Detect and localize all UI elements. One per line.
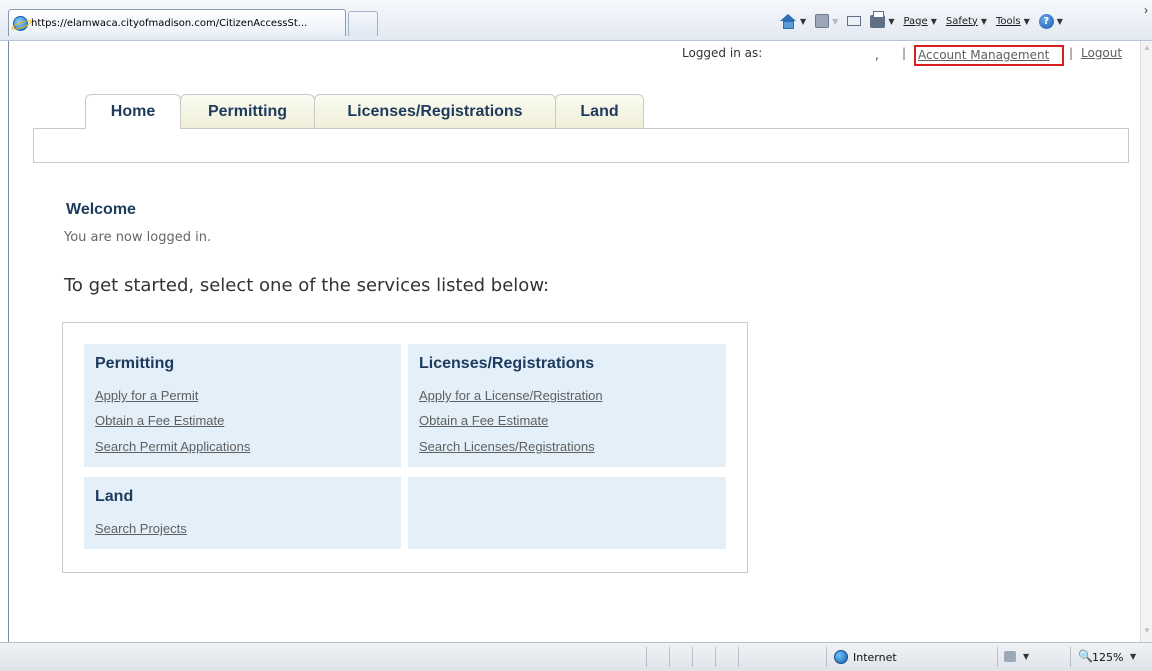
feeds-button[interactable]: ▼ [815, 14, 838, 28]
browser-tab[interactable]: https://elamwaca.cityofmadison.com/Citiz… [8, 9, 346, 36]
logged-in-label: Logged in as: [682, 46, 763, 60]
tab-permitting[interactable]: Permitting [180, 94, 315, 128]
new-tab-button[interactable] [348, 11, 378, 36]
mail-button[interactable] [847, 16, 862, 26]
help-button[interactable]: ? ▼ [1038, 13, 1063, 29]
service-licenses: Licenses/Registrations Apply for a Licen… [408, 344, 726, 467]
tab-licenses-registrations[interactable]: Licenses/Registrations [314, 94, 556, 128]
protected-mode-icon[interactable] [1004, 651, 1016, 662]
tab-home-label: Home [110, 103, 156, 120]
browser-toolbar: https://elamwaca.cityofmadison.com/Citiz… [0, 0, 1152, 41]
chevron-down-icon: ▼ [980, 16, 987, 26]
service-land: Land Search Projects [84, 477, 401, 549]
command-bar: ▼ ▼ ▼ Page ▼ Safety ▼ Tools ▼ ? ▼ [780, 10, 1072, 32]
status-divider [738, 647, 739, 667]
chevron-down-icon: ▼ [832, 16, 839, 26]
globe-icon [834, 650, 848, 664]
tools-menu-label: Tools [996, 15, 1021, 27]
tab-land-label: Land [580, 102, 619, 120]
help-icon: ? [1038, 13, 1054, 29]
chevron-right-icon[interactable]: › [1144, 3, 1148, 17]
search-licenses-link[interactable]: Search Licenses/Registrations [419, 439, 595, 454]
service-title: Land [95, 488, 134, 505]
mail-icon [847, 16, 862, 26]
search-projects-link[interactable]: Search Projects [95, 521, 187, 536]
chevron-down-icon: ▼ [1023, 16, 1030, 26]
services-panel: Permitting Apply for a Permit Obtain a F… [62, 322, 748, 573]
welcome-heading: Welcome [66, 201, 136, 218]
chevron-down-icon[interactable]: ▼ [1023, 652, 1029, 661]
separator: | [902, 46, 907, 60]
zoom-icon[interactable]: 🔍 [1078, 649, 1093, 663]
service-title: Permitting [95, 355, 175, 372]
chevron-down-icon: ▼ [930, 16, 937, 26]
account-management-link[interactable]: Account Management [914, 45, 1064, 66]
safety-menu[interactable]: Safety ▼ [946, 16, 987, 27]
chevron-down-icon: ▼ [888, 16, 895, 26]
instruction-text: To get started, select one of the servic… [64, 275, 550, 296]
print-icon [870, 10, 886, 28]
scroll-down-icon[interactable]: ▼ [1142, 626, 1152, 640]
status-divider [669, 647, 670, 667]
internet-explorer-icon [13, 15, 28, 31]
tab-land[interactable]: Land [555, 94, 644, 128]
status-divider [826, 647, 827, 667]
apply-permit-link[interactable]: Apply for a Permit [95, 388, 198, 403]
page-menu[interactable]: Page ▼ [903, 16, 936, 27]
page-menu-label: Page [903, 15, 928, 27]
apply-license-link[interactable]: Apply for a License/Registration [419, 388, 603, 403]
logged-in-message: You are now logged in. [64, 230, 212, 245]
security-zone: Internet [853, 651, 897, 664]
nav-subbar [33, 128, 1129, 163]
status-divider [646, 647, 647, 667]
scroll-up-icon[interactable]: ▲ [1142, 43, 1152, 57]
status-bar: Internet ▼ 🔍 125% ▼ [0, 642, 1152, 671]
service-title: Licenses/Registrations [419, 355, 595, 372]
chevron-down-icon[interactable]: ▼ [1130, 652, 1136, 661]
logout-link[interactable]: Logout [1081, 46, 1122, 60]
separator: | [1069, 46, 1074, 60]
zoom-level[interactable]: 125% [1092, 651, 1123, 664]
home-icon [780, 13, 797, 29]
print-button[interactable]: ▼ [870, 10, 895, 28]
vertical-scrollbar[interactable]: ▲ ▼ [1140, 41, 1152, 642]
username: , [875, 48, 879, 62]
tools-menu[interactable]: Tools ▼ [996, 16, 1030, 27]
chevron-down-icon: ▼ [800, 16, 807, 26]
service-permitting: Permitting Apply for a Permit Obtain a F… [84, 344, 401, 467]
tab-home[interactable]: Home [85, 94, 181, 129]
page-content: Logged in as: , | Account Management | L… [8, 41, 1140, 642]
fee-estimate-link[interactable]: Obtain a Fee Estimate [95, 413, 224, 428]
status-divider [715, 647, 716, 667]
chevron-down-icon: ▼ [1056, 16, 1063, 26]
service-empty [408, 477, 726, 549]
tab-licenses-label: Licenses/Registrations [347, 102, 523, 120]
safety-menu-label: Safety [945, 15, 978, 27]
status-divider [1070, 647, 1071, 667]
browser-tab-title: https://elamwaca.cityofmadison.com/Citiz… [31, 17, 308, 29]
feed-icon [815, 14, 830, 28]
status-divider [692, 647, 693, 667]
tab-permitting-label: Permitting [207, 102, 288, 120]
home-button[interactable]: ▼ [780, 13, 807, 29]
user-bar: Logged in as: , | Account Management | L… [9, 45, 1141, 66]
search-permits-link[interactable]: Search Permit Applications [95, 439, 250, 454]
status-divider [997, 647, 998, 667]
fee-estimate-link[interactable]: Obtain a Fee Estimate [419, 413, 548, 428]
